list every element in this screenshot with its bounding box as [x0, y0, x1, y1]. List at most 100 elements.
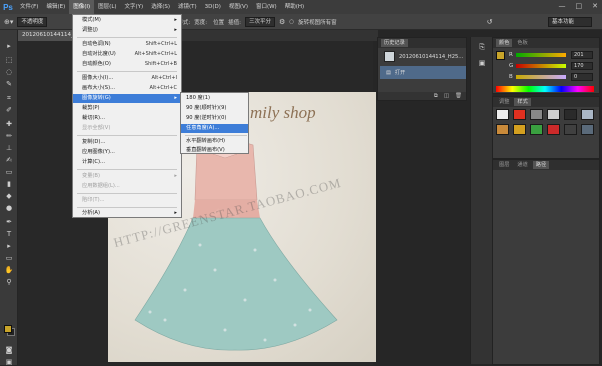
style-swatch[interactable] [496, 124, 509, 135]
workspace-select[interactable]: 基本功能 [548, 17, 592, 27]
quick-select-tool-icon[interactable]: ✎ [4, 80, 14, 88]
menu-layer[interactable]: 图层(L) [94, 0, 120, 14]
menu-row-auto-contrast[interactable]: 自动对比度(U) Alt+Shift+Ctrl+L [73, 50, 181, 59]
tab-layers[interactable]: 图层 [496, 161, 512, 169]
lasso-tool-icon[interactable]: ◌ [4, 68, 14, 76]
menu-edit[interactable]: 编辑(E) [42, 0, 69, 14]
rotate-all-checkbox[interactable]: ○ [289, 19, 294, 25]
menu-row-image-rotation[interactable]: 图像旋转(G) ▸ [73, 94, 181, 103]
style-swatch[interactable] [564, 109, 577, 120]
type-tool-icon[interactable]: T [4, 230, 14, 238]
blue-slider[interactable] [516, 74, 566, 79]
interpolation-select[interactable]: 三次平分 [245, 16, 276, 27]
menu-window[interactable]: 窗口(W) [252, 0, 281, 14]
new-document-icon[interactable]: ⧉ [434, 93, 438, 100]
properties-panel-icon[interactable]: ▣ [477, 59, 487, 67]
red-slider[interactable] [516, 52, 566, 57]
menu-row-image-size[interactable]: 图像大小(I)... Alt+Ctrl+I [73, 74, 181, 83]
style-swatch[interactable] [547, 109, 560, 120]
style-swatch[interactable] [564, 124, 577, 135]
menu-row-auto-color[interactable]: 自动颜色(O) Shift+Ctrl+B [73, 60, 181, 69]
menu-row-apply-data-set: 应用数据组(L)... [82, 183, 120, 189]
move-tool-icon[interactable]: ▸ [4, 42, 14, 50]
history-snapshot-row[interactable]: 20120610144114_H25... [380, 50, 466, 63]
color-spectrum-bar[interactable] [496, 86, 594, 92]
brush-tool-icon[interactable]: ✏ [4, 132, 14, 140]
close-button[interactable]: ✕ [592, 2, 598, 10]
tab-adjustments[interactable]: 调整 [496, 98, 512, 106]
tab-styles[interactable]: 样式 [514, 98, 531, 106]
minimize-button[interactable]: — [559, 2, 566, 10]
eyedropper-tool-icon[interactable]: ✐ [4, 106, 14, 114]
menu-select[interactable]: 选择(S) [147, 0, 174, 14]
style-swatch[interactable] [496, 109, 509, 120]
menu-row-canvas-size[interactable]: 画布大小(S)... Alt+Ctrl+C [73, 84, 181, 93]
flip-canvas-horizontal[interactable]: 水平翻转画布(H) [181, 137, 248, 146]
history-panel-icon[interactable]: ⎘ [477, 43, 487, 51]
menu-view[interactable]: 视图(V) [225, 0, 252, 14]
gear-icon[interactable]: ⚙ [279, 18, 285, 26]
menu-help[interactable]: 帮助(H) [281, 0, 308, 14]
menu-3d[interactable]: 3D(D) [201, 0, 225, 14]
menu-row-calculations[interactable]: 计算(C)... [73, 158, 181, 167]
tab-color[interactable]: 颜色 [496, 39, 513, 47]
style-swatch[interactable] [581, 124, 594, 135]
style-swatch[interactable] [581, 109, 594, 120]
menu-row-crop[interactable]: 裁剪(P) [73, 104, 181, 113]
trash-icon[interactable]: 🗑 [455, 93, 462, 99]
opacity-field[interactable]: 不透明度 [17, 16, 48, 27]
shape-tool-icon[interactable]: ▭ [4, 254, 14, 262]
stamp-tool-icon[interactable]: ⊥ [4, 144, 14, 152]
style-swatch[interactable] [513, 124, 526, 135]
menu-separator [185, 135, 247, 136]
gradient-tool-icon[interactable]: ▮ [4, 180, 14, 188]
history-state-row[interactable]: ▤ 打开 [380, 66, 466, 79]
menu-row-duplicate[interactable]: 复制(D)... [73, 138, 181, 147]
zoom-tool-icon[interactable]: ⚲ [4, 278, 14, 286]
reset-view-icon[interactable]: ↺ [487, 18, 493, 26]
green-value-field[interactable]: 170 [571, 61, 593, 70]
pen-tool-icon[interactable]: ✒ [4, 218, 14, 226]
menu-file[interactable]: 文件(F) [16, 0, 42, 14]
menu-row-auto-tone[interactable]: 自动色调(N) Shift+Ctrl+L [73, 40, 181, 49]
menu-row-analysis[interactable]: 分析(A) ▸ [73, 209, 181, 218]
menu-row-trim[interactable]: 裁切(R)... [73, 114, 181, 123]
blur-tool-icon[interactable]: ◆ [4, 192, 14, 200]
style-swatch[interactable] [547, 124, 560, 135]
style-swatch[interactable] [530, 124, 543, 135]
tab-swatches[interactable]: 色板 [514, 39, 530, 47]
quick-mask-icon[interactable]: ◙ [4, 346, 14, 354]
style-swatch[interactable] [530, 109, 543, 120]
tool-preset-icon[interactable]: ⊕▾ [4, 18, 13, 26]
style-swatch[interactable] [513, 109, 526, 120]
foreground-color-swatch[interactable] [4, 325, 12, 333]
marquee-tool-icon[interactable]: ⬚ [4, 56, 14, 64]
menu-filter[interactable]: 滤镜(T) [174, 0, 201, 14]
history-brush-tool-icon[interactable]: ✍ [4, 156, 14, 164]
hand-tool-icon[interactable]: ✋ [4, 266, 14, 274]
rotate-90-cw[interactable]: 90 度(顺时针)(9) [181, 104, 248, 113]
menu-row-adjustments[interactable]: 调整(J) ▸ [73, 26, 181, 35]
rotate-180[interactable]: 180 度(1) [181, 94, 248, 103]
camera-icon[interactable]: ◫ [444, 93, 449, 99]
blue-value-field[interactable]: 0 [571, 72, 593, 81]
flip-canvas-vertical[interactable]: 垂直翻转画布(V) [181, 146, 248, 155]
tab-history[interactable]: 历史记录 [381, 39, 408, 47]
menu-type[interactable]: 文字(Y) [121, 0, 148, 14]
menu-row-apply-image[interactable]: 应用图像(Y)... [73, 148, 181, 157]
path-select-tool-icon[interactable]: ▸ [4, 242, 14, 250]
menu-row-mode[interactable]: 模式(M) ▸ [73, 16, 181, 25]
maximize-button[interactable]: □ [576, 2, 583, 10]
red-value-field[interactable]: 201 [571, 50, 593, 59]
green-slider[interactable] [516, 63, 566, 68]
crop-tool-icon[interactable]: ⌗ [4, 94, 14, 102]
healing-tool-icon[interactable]: ✚ [4, 120, 14, 128]
dodge-tool-icon[interactable]: ● [4, 204, 14, 212]
tab-channels[interactable]: 通道 [514, 161, 530, 169]
menu-image[interactable]: 图像(I) [69, 0, 95, 14]
rotate-arbitrary[interactable]: 任意角度(A)... [181, 124, 248, 133]
rotate-90-ccw[interactable]: 90 度(逆时针)(0) [181, 114, 248, 123]
tab-paths[interactable]: 路径 [532, 161, 550, 169]
color-panel-foreground-swatch[interactable] [496, 51, 505, 60]
eraser-tool-icon[interactable]: ▭ [4, 168, 14, 176]
